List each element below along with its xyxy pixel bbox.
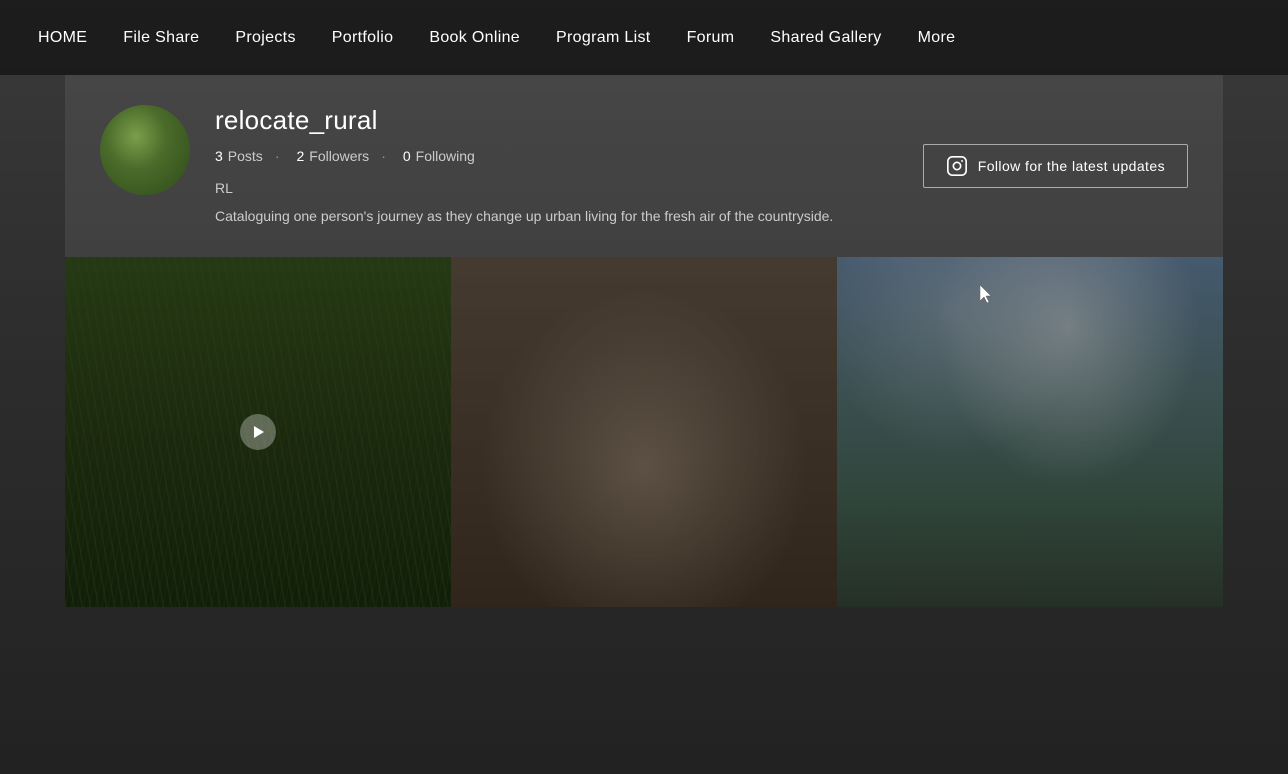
- gallery-item-3[interactable]: [837, 257, 1223, 607]
- follow-button-label: Follow for the latest updates: [978, 158, 1165, 174]
- profile-bio: Cataloguing one person's journey as they…: [215, 206, 865, 227]
- navbar: HOME File Share Projects Portfolio Book …: [0, 0, 1288, 75]
- gallery-overlay-3: [837, 257, 1223, 607]
- stat-following: 0 Following: [369, 148, 475, 164]
- nav-item-file-share[interactable]: File Share: [105, 0, 217, 75]
- following-label: Following: [416, 148, 475, 164]
- profile-section: relocate_rural 3 Posts 2 Followers 0 Fol…: [65, 75, 1223, 257]
- follow-button[interactable]: Follow for the latest updates: [923, 144, 1188, 188]
- profile-info: relocate_rural 3 Posts 2 Followers 0 Fol…: [215, 105, 898, 227]
- following-count: 0: [403, 148, 411, 164]
- posts-label: Posts: [228, 148, 263, 164]
- profile-stats: 3 Posts 2 Followers 0 Following: [215, 148, 898, 164]
- profile-handle: RL: [215, 180, 898, 196]
- stat-posts: 3 Posts: [215, 148, 263, 164]
- nav-item-shared-gallery[interactable]: Shared Gallery: [752, 0, 899, 75]
- nav-item-book-online[interactable]: Book Online: [411, 0, 538, 75]
- video-play-icon: [240, 414, 276, 450]
- gallery-item-2[interactable]: [451, 257, 837, 607]
- stat-followers: 2 Followers: [263, 148, 369, 164]
- followers-count: 2: [296, 148, 304, 164]
- avatar: [100, 105, 190, 195]
- nav-item-portfolio[interactable]: Portfolio: [314, 0, 412, 75]
- nav-item-forum[interactable]: Forum: [669, 0, 753, 75]
- instagram-icon: [946, 155, 968, 177]
- followers-label: Followers: [309, 148, 369, 164]
- posts-count: 3: [215, 148, 223, 164]
- nav-item-home[interactable]: HOME: [20, 0, 105, 75]
- content-area: relocate_rural 3 Posts 2 Followers 0 Fol…: [65, 75, 1223, 607]
- avatar-image: [100, 105, 190, 195]
- nav-item-program-list[interactable]: Program List: [538, 0, 669, 75]
- gallery-grid: [65, 257, 1223, 607]
- nav-item-more[interactable]: More: [900, 0, 974, 75]
- profile-username: relocate_rural: [215, 105, 898, 136]
- nav-item-projects[interactable]: Projects: [217, 0, 313, 75]
- gallery-overlay-2: [451, 257, 837, 607]
- gallery-item-1[interactable]: [65, 257, 451, 607]
- play-triangle: [251, 425, 265, 439]
